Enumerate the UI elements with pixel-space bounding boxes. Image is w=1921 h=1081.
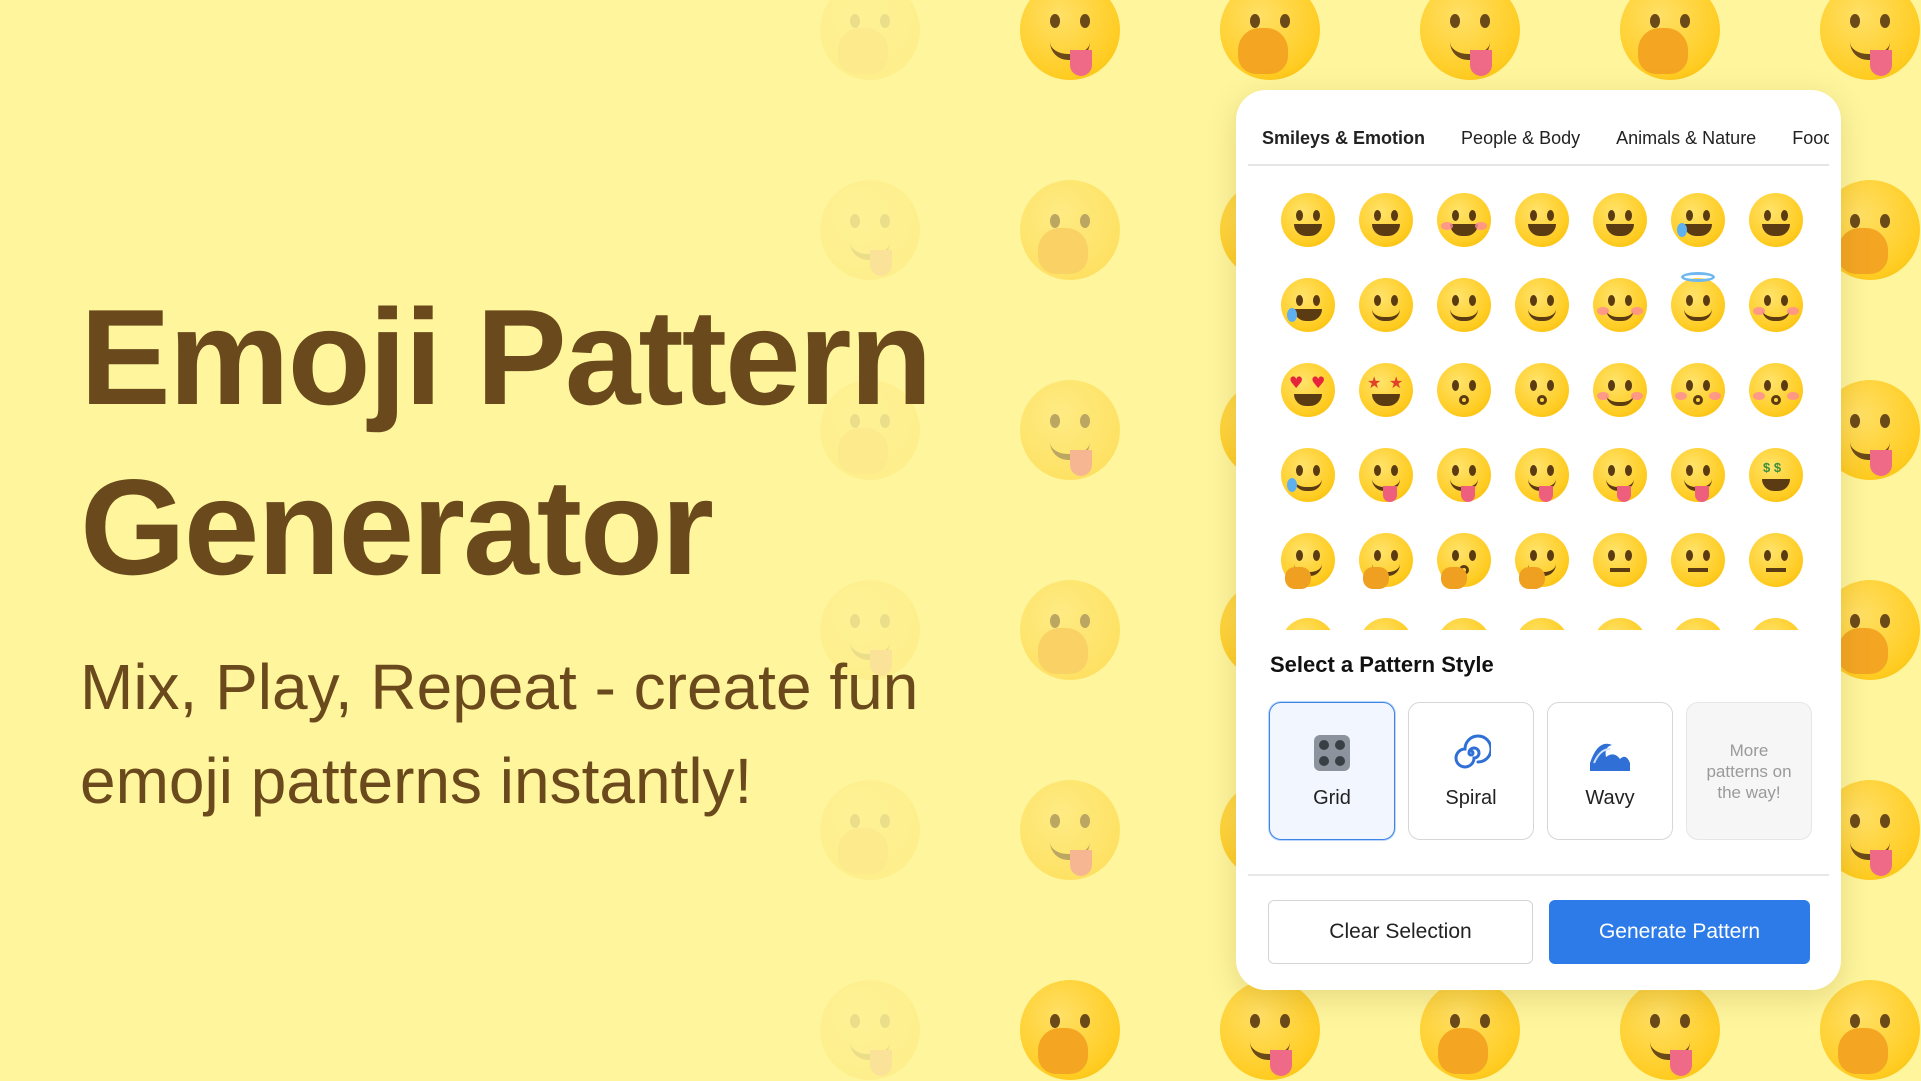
beaming-face-icon[interactable]	[1512, 190, 1572, 250]
slightly-smiling-icon[interactable]	[1356, 275, 1416, 335]
clear-selection-button[interactable]: Clear Selection	[1268, 900, 1533, 964]
hero-title-line-2: Generator	[80, 451, 714, 603]
money-mouth-icon[interactable]: $ $	[1746, 445, 1806, 505]
hugging-face-icon[interactable]	[1278, 530, 1338, 590]
tears-of-joy-icon[interactable]	[1278, 275, 1338, 335]
grinning-face-icon[interactable]	[1278, 190, 1338, 250]
background-tongue-face-icon	[1820, 0, 1920, 80]
winking-tongue-icon[interactable]	[1512, 445, 1572, 505]
background-tongue-face-icon	[820, 980, 920, 1080]
pattern-style-options: Grid Spiral Wavy More patterns on the wa…	[1269, 702, 1812, 840]
background-tongue-face-icon	[820, 180, 920, 280]
face-blowing-kiss-icon[interactable]	[1434, 360, 1494, 420]
grinning-sweat-icon[interactable]	[1668, 190, 1728, 250]
tongue-out-icon[interactable]	[1434, 445, 1494, 505]
category-tabs: Smileys & Emotion People & Body Animals …	[1248, 112, 1829, 166]
zany-face-icon[interactable]	[1590, 445, 1650, 505]
pattern-style-heading: Select a Pattern Style	[1270, 652, 1494, 677]
smiling-eyes-icon[interactable]	[1590, 275, 1650, 335]
style-label-wavy: Wavy	[1585, 786, 1635, 809]
upside-down-face-icon[interactable]	[1434, 275, 1494, 335]
tab-food[interactable]: Food	[1792, 128, 1829, 149]
kissing-face-icon[interactable]	[1512, 360, 1572, 420]
background-hand-over-mouth-icon	[1420, 980, 1520, 1080]
smiling-hearts-icon[interactable]	[1746, 275, 1806, 335]
kissing-closed-eyes-icon[interactable]	[1668, 360, 1728, 420]
style-label-spiral: Spiral	[1445, 786, 1497, 809]
lying-face-icon[interactable]	[1746, 615, 1806, 630]
tab-people-body[interactable]: People & Body	[1461, 128, 1580, 149]
background-hand-over-mouth-icon	[1620, 0, 1720, 80]
background-hand-over-mouth-icon	[1820, 980, 1920, 1080]
background-tongue-face-icon	[1220, 980, 1320, 1080]
background-hand-over-mouth-icon	[1020, 180, 1120, 280]
shushing-face-icon[interactable]	[1434, 530, 1494, 590]
background-hand-over-mouth-icon	[820, 0, 920, 80]
squinting-laugh-icon[interactable]	[1590, 190, 1650, 250]
kissing-smiling-eyes-icon[interactable]	[1746, 360, 1806, 420]
spiral-icon	[1451, 733, 1493, 781]
background-hand-over-mouth-icon	[1220, 0, 1320, 80]
halo-face-icon[interactable]	[1668, 272, 1728, 335]
background-hand-over-mouth-icon	[1020, 980, 1120, 1080]
style-option-spiral[interactable]: Spiral	[1408, 702, 1534, 840]
hero-subtitle: Mix, Play, Repeat - create fun emoji pat…	[80, 651, 919, 817]
grinning-smiling-eyes-icon[interactable]	[1434, 190, 1494, 250]
hero-title-line-1: Emoji Pattern	[80, 281, 933, 433]
background-tongue-face-icon	[1420, 0, 1520, 80]
rolling-eyes-icon[interactable]	[1590, 615, 1650, 630]
background-tongue-face-icon	[1020, 0, 1120, 80]
neutral-face-icon[interactable]	[1746, 530, 1806, 590]
squinting-tongue-icon[interactable]	[1668, 445, 1728, 505]
expressionless-icon[interactable]	[1278, 615, 1338, 630]
grimacing-icon[interactable]	[1668, 615, 1728, 630]
unamused-icon[interactable]	[1512, 615, 1572, 630]
thinking-face-icon[interactable]	[1512, 530, 1572, 590]
grinning-face-big-eyes-icon[interactable]	[1356, 190, 1416, 250]
footer-divider	[1248, 874, 1829, 876]
emoji-grid: ♥ ♥ ★ ★ $ $	[1268, 170, 1828, 630]
yum-face-icon[interactable]	[1356, 445, 1416, 505]
tab-animals-nature[interactable]: Animals & Nature	[1616, 128, 1756, 149]
style-option-coming-soon: More patterns on the way!	[1686, 702, 1812, 840]
smiling-face-icon[interactable]	[1590, 360, 1650, 420]
hero-title: Emoji Pattern Generator	[80, 272, 933, 612]
style-option-wavy[interactable]: Wavy	[1547, 702, 1673, 840]
smirk-icon[interactable]	[1434, 615, 1494, 630]
tab-smileys-emotion[interactable]: Smileys & Emotion	[1262, 128, 1425, 149]
star-struck-icon[interactable]: ★ ★	[1356, 360, 1416, 420]
smiling-tear-icon[interactable]	[1278, 445, 1338, 505]
style-option-grid[interactable]: Grid	[1269, 702, 1395, 840]
background-tongue-face-icon	[1620, 980, 1720, 1080]
winking-face-icon[interactable]	[1512, 275, 1572, 335]
wave-icon	[1588, 733, 1632, 781]
emoji-picker-card: Smileys & Emotion People & Body Animals …	[1236, 90, 1841, 990]
generate-pattern-button[interactable]: Generate Pattern	[1549, 900, 1810, 964]
no-mouth-icon[interactable]	[1356, 615, 1416, 630]
style-label-coming-soon: More patterns on the way!	[1706, 740, 1792, 802]
heart-eyes-icon[interactable]: ♥ ♥	[1278, 360, 1338, 420]
background-tongue-face-icon	[1020, 380, 1120, 480]
hand-over-mouth-icon[interactable]	[1356, 530, 1416, 590]
zipper-mouth-icon[interactable]	[1590, 530, 1650, 590]
style-label-grid: Grid	[1313, 786, 1351, 809]
rofl-icon[interactable]	[1746, 190, 1806, 250]
raised-eyebrow-icon[interactable]	[1668, 530, 1728, 590]
grid-icon	[1312, 733, 1352, 781]
